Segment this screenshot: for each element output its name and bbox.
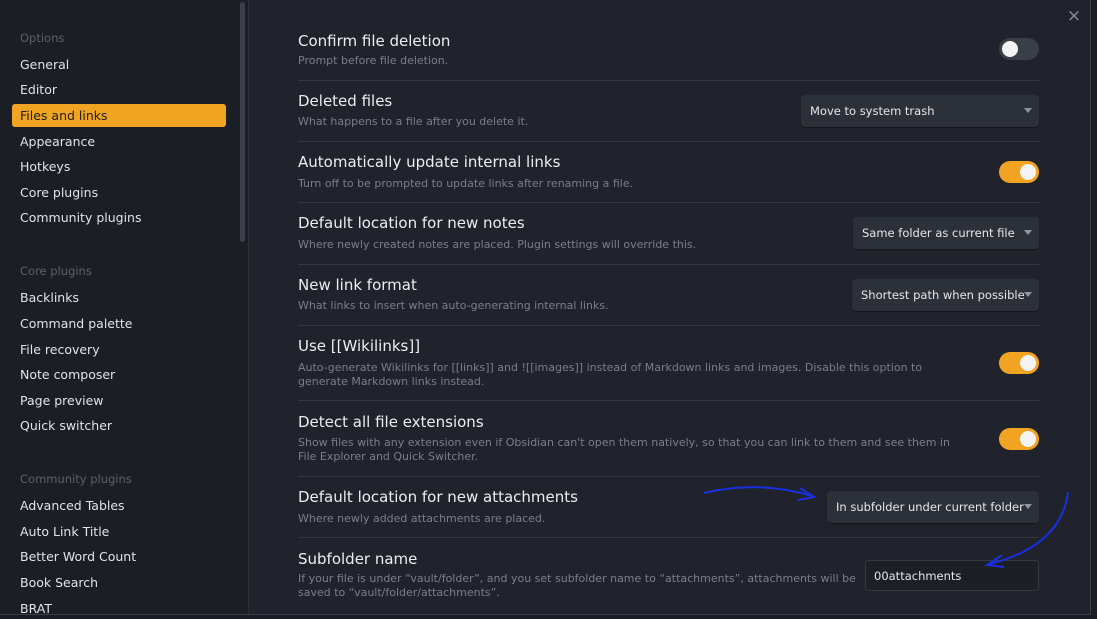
sidebar-item-book-search[interactable]: Book Search (12, 571, 226, 594)
setting-title: Deleted files (298, 92, 393, 110)
confirm-deletion-toggle[interactable] (999, 38, 1039, 60)
setting-description: Where newly added attachments are placed… (298, 512, 546, 525)
new-link-format-dropdown[interactable]: Shortest path when possible (852, 279, 1039, 311)
chevron-down-icon (1024, 230, 1032, 235)
setting-title: New link format (298, 276, 417, 294)
sidebar-item-appearance[interactable]: Appearance (12, 130, 226, 153)
sidebar-item-editor[interactable]: Editor (12, 78, 226, 101)
sidebar-item-command-palette[interactable]: Command palette (12, 312, 226, 335)
setting-auto-update-links: Automatically update internal links Turn… (298, 142, 1039, 203)
sidebar-item-file-recovery[interactable]: File recovery (12, 338, 226, 361)
chevron-down-icon (1024, 108, 1032, 113)
setting-use-wikilinks: Use [[Wikilinks]] Auto-generate Wikilink… (298, 326, 1039, 401)
sidebar-section-options: Options (20, 31, 65, 45)
toggle-knob (1002, 41, 1018, 57)
setting-description: If your file is under “vault/folder”, an… (298, 572, 856, 599)
setting-title: Detect all file extensions (298, 413, 484, 431)
auto-update-links-toggle[interactable] (999, 161, 1039, 183)
sidebar-item-general[interactable]: General (12, 53, 226, 76)
attachment-location-dropdown[interactable]: In subfolder under current folder (827, 491, 1039, 523)
sidebar-section-core-plugins: Core plugins (20, 264, 92, 278)
deleted-files-dropdown[interactable]: Move to system trash (801, 95, 1039, 127)
sidebar-item-auto-link-title[interactable]: Auto Link Title (12, 520, 226, 543)
toggle-knob (1020, 355, 1036, 371)
sidebar-item-community-plugins[interactable]: Community plugins (12, 206, 226, 229)
setting-description: Prompt before file deletion. (298, 54, 449, 67)
setting-description: Turn off to be prompted to update links … (298, 177, 634, 190)
setting-new-link-format: New link format What links to insert whe… (298, 265, 1039, 326)
toggle-knob (1020, 431, 1036, 447)
sidebar-scrollbar[interactable] (240, 2, 245, 242)
dropdown-value: Move to system trash (810, 104, 935, 118)
setting-title: Confirm file deletion (298, 32, 451, 50)
setting-title: Automatically update internal links (298, 153, 561, 171)
sidebar-item-page-preview[interactable]: Page preview (12, 389, 226, 412)
setting-description: What happens to a file after you delete … (298, 115, 529, 128)
chevron-down-icon (1024, 292, 1032, 297)
setting-title: Default location for new attachments (298, 488, 578, 506)
setting-description: What links to insert when auto-generatin… (298, 299, 609, 312)
sidebar-item-core-plugins[interactable]: Core plugins (12, 181, 226, 204)
setting-description: Show files with any extension even if Ob… (298, 436, 950, 463)
sidebar-item-files-and-links[interactable]: Files and links (12, 104, 226, 127)
toggle-knob (1020, 164, 1036, 180)
detect-extensions-toggle[interactable] (999, 428, 1039, 450)
setting-description: Auto-generate Wikilinks for [[links]] an… (298, 361, 923, 388)
sidebar-item-quick-switcher[interactable]: Quick switcher (12, 414, 226, 437)
sidebar-item-advanced-tables[interactable]: Advanced Tables (12, 494, 226, 517)
setting-title: Use [[Wikilinks]] (298, 337, 421, 355)
sidebar-item-hotkeys[interactable]: Hotkeys (12, 155, 226, 178)
setting-title: Subfolder name (298, 550, 418, 568)
dropdown-value: Same folder as current file (862, 226, 1015, 240)
sidebar-item-backlinks[interactable]: Backlinks (12, 286, 226, 309)
setting-deleted-files: Deleted files What happens to a file aft… (298, 81, 1039, 142)
settings-modal: Options General Editor Files and links A… (0, 0, 1091, 615)
chevron-down-icon (1024, 504, 1032, 509)
dropdown-value: In subfolder under current folder (836, 500, 1024, 514)
sidebar-item-better-word-count[interactable]: Better Word Count (12, 545, 226, 568)
setting-description: Where newly created notes are placed. Pl… (298, 238, 697, 251)
dropdown-value: Shortest path when possible (861, 288, 1025, 302)
sidebar-section-community-plugins: Community plugins (20, 472, 132, 486)
setting-attachment-location: Default location for new attachments Whe… (298, 477, 1039, 538)
subfolder-name-input[interactable] (865, 560, 1039, 591)
sidebar-item-brat[interactable]: BRAT (12, 597, 226, 614)
settings-sidebar: Options General Editor Files and links A… (0, 0, 249, 614)
setting-title: Default location for new notes (298, 214, 525, 232)
wikilinks-toggle[interactable] (999, 352, 1039, 374)
sidebar-item-note-composer[interactable]: Note composer (12, 363, 226, 386)
settings-content: Confirm file deletion Prompt before file… (250, 0, 1090, 614)
setting-confirm-file-deletion: Confirm file deletion Prompt before file… (298, 22, 1039, 81)
setting-detect-file-extensions: Detect all file extensions Show files wi… (298, 401, 1039, 477)
setting-new-note-location: Default location for new notes Where new… (298, 203, 1039, 265)
new-note-location-dropdown[interactable]: Same folder as current file (853, 217, 1039, 249)
setting-subfolder-name: Subfolder name If your file is under “va… (298, 538, 1039, 614)
